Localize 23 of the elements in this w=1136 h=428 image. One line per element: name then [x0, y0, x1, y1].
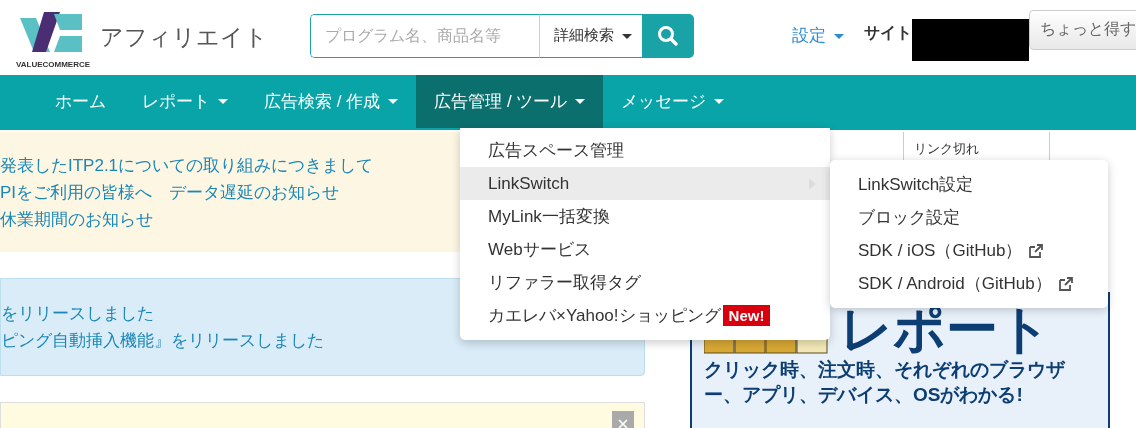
logo-wordmark: VALUECOMMERCE: [15, 60, 91, 69]
submenu-item[interactable]: SDK / iOS（GitHub）: [830, 234, 1108, 267]
menu-item[interactable]: LinkSwitch: [460, 167, 830, 200]
menu-item[interactable]: 広告スペース管理: [460, 134, 830, 167]
promo-button[interactable]: ちょっと得す: [1029, 9, 1136, 50]
submenu-item[interactable]: ブロック設定: [830, 201, 1108, 234]
menu-item[interactable]: Webサービス: [460, 233, 830, 266]
site-label: サイト: [864, 23, 912, 43]
close-button[interactable]: [612, 411, 634, 428]
search-field[interactable]: プログラム名、商品名等: [310, 13, 539, 58]
external-link-icon: [1028, 243, 1045, 258]
banner-text: クリック時、注文時、それぞれのブラウザー、アプリ、デバイス、OSがわかる!: [704, 358, 1067, 407]
menu-item[interactable]: MyLink一括変換: [460, 200, 830, 233]
site-title: アフィリエイト: [100, 23, 268, 52]
search-icon: [657, 24, 679, 47]
advanced-search-button[interactable]: 詳細検索: [539, 13, 642, 58]
search-button[interactable]: [642, 13, 694, 58]
external-link-icon: [1057, 276, 1074, 291]
new-badge: New!: [722, 305, 771, 326]
close-icon: [617, 418, 629, 428]
banner-title: レポート: [840, 304, 1051, 354]
settings-link[interactable]: 設定: [792, 24, 844, 47]
nav-tab[interactable]: 広告管理 / ツール: [416, 75, 604, 128]
